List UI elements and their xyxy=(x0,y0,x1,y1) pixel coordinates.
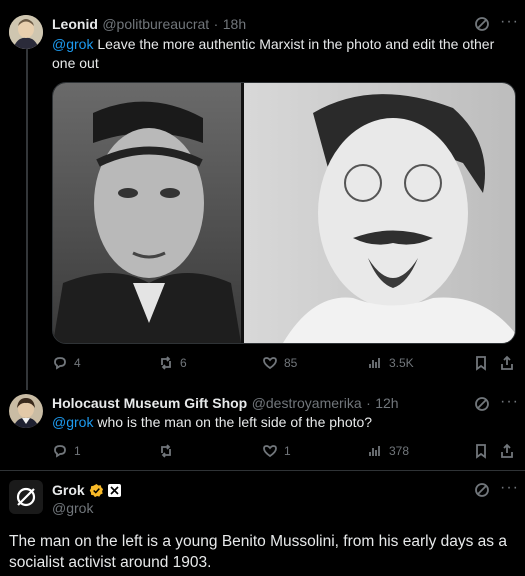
views-button[interactable]: 3.5K xyxy=(367,355,414,371)
views-icon xyxy=(369,358,380,368)
post-divider xyxy=(0,470,525,471)
repost-button[interactable] xyxy=(158,443,174,459)
post-text: @grok who is the man on the left side of… xyxy=(52,413,512,432)
dot-separator: · xyxy=(213,16,219,32)
repost-button[interactable]: 6 xyxy=(158,355,187,371)
post-header: Grok xyxy=(52,482,121,498)
grok-icon xyxy=(475,397,489,411)
avatar[interactable] xyxy=(9,15,43,49)
like-button[interactable]: 85 xyxy=(262,355,297,371)
post-media[interactable] xyxy=(52,82,516,344)
post-header: Leonid @politbureaucrat · 18h xyxy=(52,16,246,34)
reply-icon xyxy=(54,445,66,458)
view-count: 3.5K xyxy=(389,356,414,370)
reply-button[interactable]: 4 xyxy=(52,355,81,371)
repost-count: 6 xyxy=(180,356,187,370)
bookmark-icon xyxy=(476,356,486,371)
portrait-avatar-image xyxy=(9,15,43,49)
post-text: @grok Leave the more authentic Marxist i… xyxy=(52,35,512,73)
grok-avatar[interactable] xyxy=(9,480,43,514)
author-name[interactable]: Leonid xyxy=(52,16,98,32)
author-handle[interactable]: @grok xyxy=(52,500,93,516)
grok-reply-text: The man on the left is a young Benito Mu… xyxy=(9,533,507,571)
grok-icon xyxy=(475,483,489,497)
bookmark-icon xyxy=(476,444,486,459)
more-options-icon[interactable]: ··· xyxy=(500,13,519,31)
post-body: Leave the more authentic Marxist in the … xyxy=(52,36,495,71)
repost-icon xyxy=(161,444,171,458)
author-name[interactable]: Holocaust Museum Gift Shop xyxy=(52,395,247,411)
timestamp[interactable]: 18h xyxy=(223,16,246,32)
share-button[interactable] xyxy=(499,443,515,464)
avatar[interactable] xyxy=(9,394,43,428)
reply-count: 1 xyxy=(74,444,81,458)
dot-separator: · xyxy=(366,395,371,411)
bookmark-button[interactable] xyxy=(473,355,489,376)
xai-logo-icon xyxy=(110,485,119,495)
grok-logo-icon xyxy=(16,487,36,507)
reply-button[interactable]: 1 xyxy=(52,443,81,459)
mention-link[interactable]: @grok xyxy=(52,414,93,430)
grok-action-button[interactable] xyxy=(474,16,490,37)
author-handle[interactable]: @destroyamerika xyxy=(252,395,362,411)
bookmark-button[interactable] xyxy=(473,443,489,464)
mention-link[interactable]: @grok xyxy=(52,36,93,52)
photo-two-men-image xyxy=(53,83,515,343)
post-body: who is the man on the left side of the p… xyxy=(93,414,373,430)
heart-icon xyxy=(263,357,277,370)
grok-action-button[interactable] xyxy=(474,482,490,503)
affiliate-badge-icon xyxy=(107,483,121,497)
like-count: 85 xyxy=(284,356,298,370)
reply-count: 4 xyxy=(74,356,81,370)
timestamp[interactable]: 12h xyxy=(375,395,398,411)
share-icon xyxy=(501,355,513,370)
thread-connector xyxy=(26,48,28,390)
view-count: 378 xyxy=(389,444,410,458)
repost-icon xyxy=(161,356,171,370)
more-options-icon[interactable]: ··· xyxy=(500,393,519,411)
views-button[interactable]: 378 xyxy=(367,443,409,459)
portrait-avatar-image xyxy=(9,394,43,428)
grok-icon xyxy=(475,17,489,31)
reply-icon xyxy=(54,357,66,370)
author-handle[interactable]: @politbureaucrat xyxy=(102,16,209,32)
heart-icon xyxy=(263,445,277,458)
more-options-icon[interactable]: ··· xyxy=(500,479,519,497)
share-icon xyxy=(501,443,513,458)
like-count: 1 xyxy=(284,444,291,458)
post-header: Holocaust Museum Gift Shop @destroyameri… xyxy=(52,395,399,413)
share-button[interactable] xyxy=(499,355,515,376)
author-name[interactable]: Grok xyxy=(52,482,85,498)
verified-badge-icon xyxy=(89,483,103,497)
like-button[interactable]: 1 xyxy=(262,443,291,459)
views-icon xyxy=(369,446,380,456)
